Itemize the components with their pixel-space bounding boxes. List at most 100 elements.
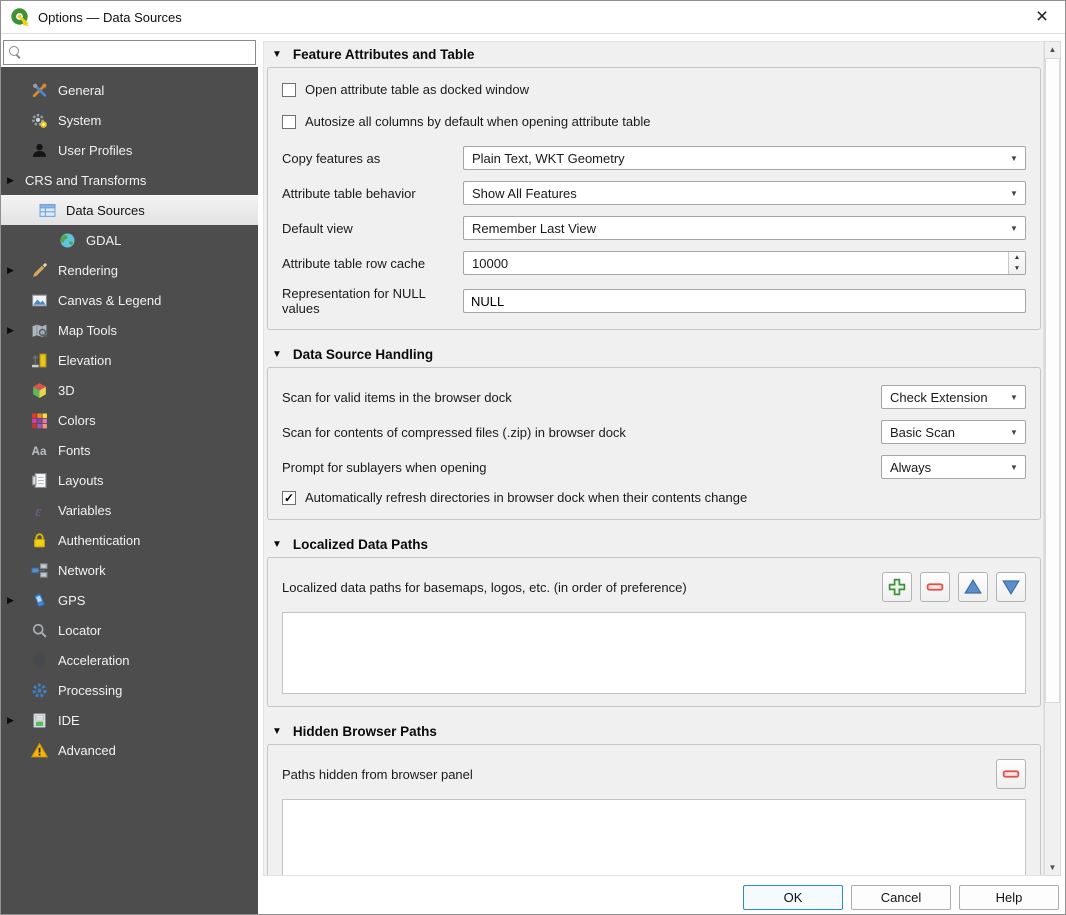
collapse-triangle-icon[interactable]: ▼ [272,539,282,550]
svg-text:ε: ε [35,503,41,518]
prompt-sublayers-select[interactable]: Always ▼ [881,455,1026,479]
expand-triangle-icon[interactable]: ▶ [7,595,23,606]
close-button[interactable]: × [1019,1,1065,33]
gps-icon [31,592,48,609]
expand-triangle-icon[interactable]: ▶ [7,175,23,186]
sidebar-item-variables[interactable]: ε Variables [1,495,258,525]
spin-down-icon[interactable]: ▼ [1009,263,1025,274]
fonts-icon: Aa [31,442,48,459]
sidebar-item-ide[interactable]: ▶ IDE [1,705,258,735]
collapse-triangle-icon[interactable]: ▼ [272,49,282,60]
sidebar-item-label: Rendering [58,262,118,278]
sidebar-item-3d[interactable]: 3D [1,375,258,405]
rendering-icon [31,262,48,279]
processing-icon [31,682,48,699]
autosize-columns-checkbox[interactable] [282,114,296,129]
sidebar-item-label: General [58,82,105,98]
chevron-down-icon: ▼ [1010,153,1018,163]
gdal-icon [59,232,76,249]
scrollbar-thumb[interactable] [1045,58,1060,703]
field-label: Scan for valid items in the browser dock [282,389,512,405]
hidden-browser-paths-group: Paths hidden from browser panel [267,744,1041,875]
minus-icon [925,577,945,597]
sidebar-item-acceleration[interactable]: Acceleration [1,645,258,675]
sidebar-item-layouts[interactable]: Layouts [1,465,258,495]
chevron-down-icon: ▼ [1010,188,1018,198]
search-icon [9,46,22,59]
sidebar-item-general[interactable]: General [1,75,258,105]
section-header-data-source-handling: ▼ Data Source Handling [264,342,1043,366]
field-label: Paths hidden from browser panel [282,766,473,782]
scan-valid-items-select[interactable]: Check Extension ▼ [881,385,1026,409]
sidebar-item-label: CRS and Transforms [25,172,147,188]
data-sources-icon [39,202,56,219]
sidebar-item-label: Processing [58,682,123,698]
chevron-down-icon: ▼ [1010,392,1018,402]
hidden-paths-list[interactable] [282,799,1026,875]
sidebar-item-processing[interactable]: Processing [1,675,258,705]
sidebar-item-label: Canvas & Legend [58,292,162,308]
expand-triangle-icon[interactable]: ▶ [7,265,23,276]
sidebar-item-map-tools[interactable]: ▶ Map Tools [1,315,258,345]
sidebar-item-system[interactable]: System [1,105,258,135]
attribute-table-behavior-select[interactable]: Show All Features ▼ [463,181,1026,205]
options-content-panel: ▼ Feature Attributes and Table Open attr… [263,41,1044,876]
sidebar-item-gps[interactable]: ▶ GPS [1,585,258,615]
add-path-button[interactable] [882,572,912,602]
sidebar-item-crs-and-transforms[interactable]: ▶ CRS and Transforms [1,165,258,195]
null-representation-field[interactable] [463,289,1026,313]
sidebar-item-locator[interactable]: Locator [1,615,258,645]
help-button[interactable]: Help [959,885,1059,910]
feature-attributes-group: Open attribute table as docked window Au… [267,67,1041,330]
remove-hidden-path-button[interactable] [996,759,1026,789]
sidebar-item-label: 3D [58,382,75,398]
collapse-triangle-icon[interactable]: ▼ [272,349,282,360]
open-attribute-table-docked-checkbox[interactable] [282,82,296,97]
sidebar-item-advanced[interactable]: Advanced [1,735,258,765]
default-view-select[interactable]: Remember Last View ▼ [463,216,1026,240]
expand-triangle-icon[interactable]: ▶ [7,715,23,726]
attribute-table-row-cache-stepper[interactable]: 10000 ▲ ▼ [463,251,1026,275]
canvas-legend-icon [31,292,48,309]
sidebar-item-rendering[interactable]: ▶ Rendering [1,255,258,285]
cancel-button[interactable]: Cancel [851,885,951,910]
sidebar-item-label: System [58,112,102,128]
sidebar-item-authentication[interactable]: Authentication [1,525,258,555]
elevation-icon [31,352,48,369]
copy-features-as-select[interactable]: Plain Text, WKT Geometry ▼ [463,146,1026,170]
move-path-down-button[interactable] [996,572,1026,602]
sidebar-item-label: Variables [58,502,112,518]
sidebar-item-colors[interactable]: Colors [1,405,258,435]
auto-refresh-directories-checkbox[interactable]: ✓ [282,490,296,505]
triangle-down-icon [1001,577,1021,597]
move-path-up-button[interactable] [958,572,988,602]
sidebar-item-label: Data Sources [66,202,145,218]
remove-path-button[interactable] [920,572,950,602]
search-input[interactable] [27,42,250,63]
sidebar-item-label: Locator [58,622,102,638]
localized-data-paths-group: Localized data paths for basemaps, logos… [267,557,1041,707]
user-profiles-icon [31,142,48,159]
sidebar-item-fonts[interactable]: Aa Fonts [1,435,258,465]
sidebar-item-network[interactable]: Network [1,555,258,585]
scroll-up-icon[interactable]: ▲ [1045,42,1060,57]
expand-triangle-icon[interactable]: ▶ [7,325,23,336]
field-label: Copy features as [282,150,381,166]
sidebar-item-elevation[interactable]: Elevation [1,345,258,375]
spin-up-icon[interactable]: ▲ [1009,252,1025,263]
titlebar: Options — Data Sources × [1,1,1065,34]
ok-button[interactable]: OK [743,885,843,910]
scroll-down-icon[interactable]: ▼ [1045,860,1060,875]
sidebar-item-data-sources[interactable]: Data Sources [1,195,258,225]
sidebar-item-label: GDAL [86,232,122,248]
chevron-down-icon: ▼ [1010,462,1018,472]
collapse-triangle-icon[interactable]: ▼ [272,726,282,737]
sidebar-item-user-profiles[interactable]: User Profiles [1,135,258,165]
scan-compressed-files-select[interactable]: Basic Scan ▼ [881,420,1026,444]
sidebar-item-canvas-legend[interactable]: Canvas & Legend [1,285,258,315]
field-label: Attribute table row cache [282,255,426,271]
localized-paths-list[interactable] [282,612,1026,694]
options-dialog: Options — Data Sources × General System Us… [0,0,1066,915]
authentication-icon [31,532,48,549]
sidebar-item-gdal[interactable]: GDAL [1,225,258,255]
